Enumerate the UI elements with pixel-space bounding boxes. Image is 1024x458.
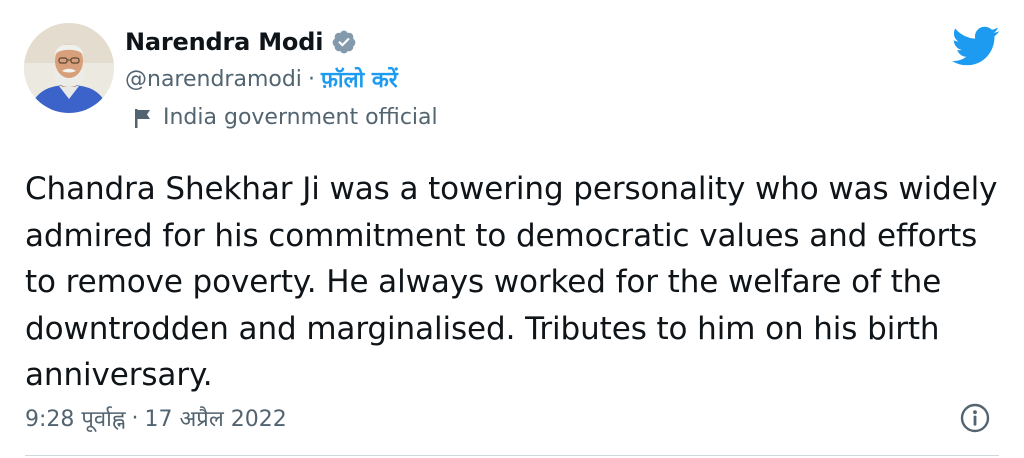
account-label-row: India government official xyxy=(133,105,438,130)
author-name[interactable]: Narendra Modi xyxy=(125,28,323,56)
avatar[interactable] xyxy=(24,23,114,113)
follow-button[interactable]: फ़ॉलो करें xyxy=(321,64,398,94)
tweet-time[interactable]: 9:28 पूर्वाह्न xyxy=(25,403,126,433)
info-icon[interactable] xyxy=(959,402,991,434)
tweet-date[interactable]: 17 अप्रैल 2022 xyxy=(145,403,287,433)
meta-separator: · xyxy=(131,405,139,431)
tweet-text: Chandra Shekhar Ji was a towering person… xyxy=(25,171,998,393)
twitter-bird-icon[interactable] xyxy=(950,25,1000,67)
tweet-card: Narendra Modi @narendramodi · फ़ॉलो करें… xyxy=(0,0,1024,458)
bottom-divider xyxy=(25,455,999,456)
author-handle[interactable]: @narendramodi xyxy=(125,67,302,92)
tweet-meta: 9:28 पूर्वाह्न · 17 अप्रैल 2022 xyxy=(25,403,287,433)
flag-icon xyxy=(133,107,153,129)
author-handle-row: @narendramodi · फ़ॉलो करें xyxy=(125,64,398,94)
avatar-image xyxy=(24,23,114,113)
account-label: India government official xyxy=(163,105,438,130)
verified-badge-icon xyxy=(331,29,357,55)
author-name-row: Narendra Modi xyxy=(125,28,357,56)
handle-separator: · xyxy=(307,66,315,92)
